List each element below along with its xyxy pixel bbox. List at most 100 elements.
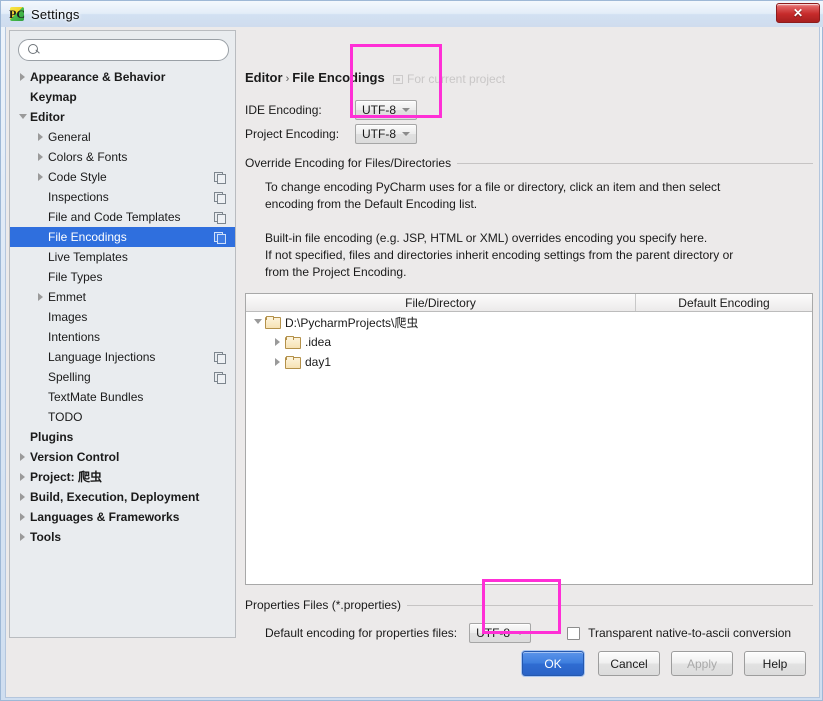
chevron-right-icon[interactable]: [16, 507, 30, 527]
sidebar-item-version-control[interactable]: Version Control: [10, 447, 235, 467]
arrow-placeholder: [34, 207, 48, 227]
sidebar-item-language-injections[interactable]: Language Injections: [10, 347, 235, 367]
properties-files-section-header: Properties Files (*.properties): [245, 598, 813, 612]
sidebar-item-label: Colors & Fonts: [48, 150, 128, 164]
column-header-file-directory[interactable]: File/Directory: [246, 294, 636, 311]
chevron-down-icon[interactable]: [16, 107, 30, 127]
search-box[interactable]: [18, 39, 229, 61]
chevron-right-icon[interactable]: [16, 487, 30, 507]
sidebar-item-file-encodings[interactable]: File Encodings: [10, 227, 235, 247]
ok-button[interactable]: OK: [522, 651, 584, 676]
description-line-2: encoding from the Default Encoding list.: [265, 197, 478, 211]
sidebar-item-inspections[interactable]: Inspections: [10, 187, 235, 207]
sidebar-item-label: Live Templates: [48, 250, 128, 264]
chevron-down-icon[interactable]: [251, 312, 265, 332]
chevron-right-icon[interactable]: [271, 332, 285, 352]
table-row[interactable]: day1: [246, 352, 812, 372]
sidebar-item-images[interactable]: Images: [10, 307, 235, 327]
sidebar-item-spelling[interactable]: Spelling: [10, 367, 235, 387]
copy-settings-icon[interactable]: [213, 207, 227, 227]
copy-settings-icon[interactable]: [213, 367, 227, 387]
search-input[interactable]: [42, 43, 228, 57]
sidebar-item-keymap[interactable]: Keymap: [10, 87, 235, 107]
sidebar-item-plugins[interactable]: Plugins: [10, 427, 235, 447]
override-encoding-title: Override Encoding for Files/Directories: [245, 156, 452, 170]
title-bar: PC Settings ✕: [1, 1, 823, 27]
chevron-down-icon: [516, 631, 525, 635]
sidebar-item-intentions[interactable]: Intentions: [10, 327, 235, 347]
sidebar-item-project[interactable]: Project: 爬虫: [10, 467, 235, 487]
sidebar-item-label: Plugins: [30, 430, 74, 444]
column-header-default-encoding[interactable]: Default Encoding: [636, 294, 812, 311]
sidebar-item-build-execution-deployment[interactable]: Build, Execution, Deployment: [10, 487, 235, 507]
breadcrumb-root[interactable]: Editor: [245, 70, 283, 85]
for-current-project-badge: For current project: [393, 72, 505, 86]
arrow-placeholder: [34, 247, 48, 267]
table-row[interactable]: D:\PycharmProjects\爬虫: [246, 312, 812, 332]
arrow-placeholder: [16, 87, 30, 107]
chevron-right-icon[interactable]: [34, 127, 48, 147]
sidebar-item-editor[interactable]: Editor: [10, 107, 235, 127]
sidebar-item-general[interactable]: General: [10, 127, 235, 147]
chevron-right-icon[interactable]: [34, 167, 48, 187]
sidebar-item-file-and-code-templates[interactable]: File and Code Templates: [10, 207, 235, 227]
sidebar-item-appearance-behavior[interactable]: Appearance & Behavior: [10, 67, 235, 87]
sidebar-item-tools[interactable]: Tools: [10, 527, 235, 547]
close-icon[interactable]: ✕: [776, 3, 820, 23]
help-button[interactable]: Help: [744, 651, 806, 676]
sidebar-item-todo[interactable]: TODO: [10, 407, 235, 427]
sidebar-item-textmate-bundles[interactable]: TextMate Bundles: [10, 387, 235, 407]
file-directory-name: D:\PycharmProjects\爬虫: [285, 315, 419, 330]
project-encoding-combo[interactable]: UTF-8: [355, 124, 417, 144]
sidebar-item-file-types[interactable]: File Types: [10, 267, 235, 287]
arrow-placeholder: [16, 427, 30, 447]
chevron-right-icon[interactable]: [16, 67, 30, 87]
copy-settings-icon[interactable]: [213, 167, 227, 187]
description-line-5: from the Project Encoding.: [265, 265, 407, 279]
sidebar-item-label: Language Injections: [48, 350, 156, 364]
copy-settings-icon[interactable]: [213, 347, 227, 367]
sidebar-item-label: TODO: [48, 410, 83, 424]
dialog-body: Appearance & Behavior Keymap Editor General…: [5, 27, 820, 698]
transparent-native-ascii-checkbox[interactable]: [567, 626, 581, 640]
dialog-footer: OK Cancel Apply Help: [6, 641, 821, 697]
ide-encoding-combo[interactable]: UTF-8: [355, 100, 417, 120]
for-current-project-label: For current project: [407, 72, 506, 86]
sidebar-item-emmet[interactable]: Emmet: [10, 287, 235, 307]
file-directory-name: day1: [305, 355, 332, 369]
chevron-right-icon[interactable]: [16, 527, 30, 547]
arrow-placeholder: [34, 327, 48, 347]
sidebar-item-code-style[interactable]: Code Style: [10, 167, 235, 187]
chevron-down-icon: [402, 108, 410, 112]
chevron-right-icon[interactable]: [16, 467, 30, 487]
folder-icon: [285, 336, 301, 349]
chevron-right-icon[interactable]: [16, 447, 30, 467]
sidebar-item-colors-fonts[interactable]: Colors & Fonts: [10, 147, 235, 167]
project-encoding-value: UTF-8: [362, 127, 396, 141]
project-encoding-label: Project Encoding:: [245, 127, 340, 141]
sidebar-item-languages-frameworks[interactable]: Languages & Frameworks: [10, 507, 235, 527]
arrow-placeholder: [34, 387, 48, 407]
sidebar-item-live-templates[interactable]: Live Templates: [10, 247, 235, 267]
chevron-right-icon[interactable]: [271, 352, 285, 372]
sidebar-item-label: Tools: [30, 530, 62, 544]
cancel-button[interactable]: Cancel: [598, 651, 660, 676]
properties-encoding-value: UTF-8: [476, 626, 511, 640]
sidebar-item-label: Version Control: [30, 450, 120, 464]
properties-encoding-combo[interactable]: UTF-8: [469, 623, 532, 643]
copy-settings-icon[interactable]: [213, 187, 227, 207]
copy-settings-icon[interactable]: [213, 227, 227, 247]
table-row[interactable]: .idea: [246, 332, 812, 352]
chevron-right-icon[interactable]: [34, 287, 48, 307]
chevron-down-icon: [402, 132, 410, 136]
description-line-1: To change encoding PyCharm uses for a fi…: [265, 180, 721, 194]
arrow-placeholder: [34, 267, 48, 287]
sidebar-item-label: File Encodings: [48, 230, 127, 244]
chevron-right-icon[interactable]: [34, 147, 48, 167]
table-header-row: File/Directory Default Encoding: [246, 294, 812, 312]
